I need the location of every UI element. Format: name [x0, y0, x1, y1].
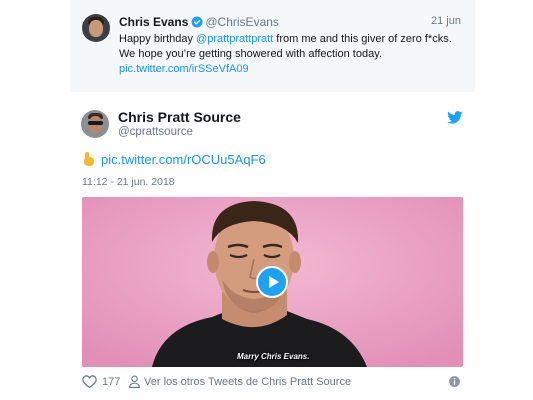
- video-caption: Marry Chris Evans.: [237, 352, 310, 361]
- video-player[interactable]: Marry Chris Evans.: [82, 197, 463, 367]
- quoted-text-start: Happy birthday: [119, 33, 197, 45]
- tweet-text: pic.twitter.com/rOCUu5AqF6: [82, 152, 266, 167]
- pointing-hand-emoji-icon: [82, 152, 95, 166]
- verified-badge-icon: [191, 16, 203, 28]
- embedded-tweet: Chris Pratt Source @cprattsource pic.twi…: [70, 93, 475, 400]
- quoted-author-avatar[interactable]: [82, 14, 110, 42]
- like-count[interactable]: 177: [102, 376, 120, 388]
- quoted-tweet-text: Happy birthday @prattprattpratt from me …: [119, 32, 469, 77]
- play-icon: [258, 268, 286, 296]
- tweet-media-link[interactable]: pic.twitter.com/rOCUu5AqF6: [101, 152, 266, 167]
- play-button[interactable]: [256, 266, 288, 298]
- more-tweets-link[interactable]: Ver los otros Tweets de Chris Pratt Sour…: [144, 376, 351, 388]
- mention-link[interactable]: @prattprattpratt: [196, 33, 273, 45]
- quoted-tweet-date[interactable]: 21 jun: [431, 15, 461, 27]
- twitter-bird-icon[interactable]: [447, 111, 463, 124]
- author-name[interactable]: Chris Pratt Source: [118, 109, 241, 125]
- person-icon: [129, 375, 140, 388]
- author-handle[interactable]: @cprattsource: [118, 126, 193, 138]
- quoted-author-handle[interactable]: @ChrisEvans: [205, 15, 279, 29]
- quoted-media-link[interactable]: pic.twitter.com/irSSeVfA09: [119, 63, 249, 75]
- quoted-tweet-header: Chris Evans @ChrisEvans: [119, 15, 279, 29]
- tweet-timestamp[interactable]: 11:12 - 21 jun. 2018: [82, 176, 175, 188]
- tweet-footer: 177 Ver los otros Tweets de Chris Pratt …: [82, 374, 463, 390]
- quoted-author-name[interactable]: Chris Evans: [119, 15, 188, 29]
- heart-icon[interactable]: [82, 375, 97, 388]
- author-avatar[interactable]: [81, 110, 109, 138]
- info-icon[interactable]: [448, 375, 461, 388]
- quoted-tweet[interactable]: Chris Evans @ChrisEvans 21 jun Happy birt…: [70, 0, 475, 92]
